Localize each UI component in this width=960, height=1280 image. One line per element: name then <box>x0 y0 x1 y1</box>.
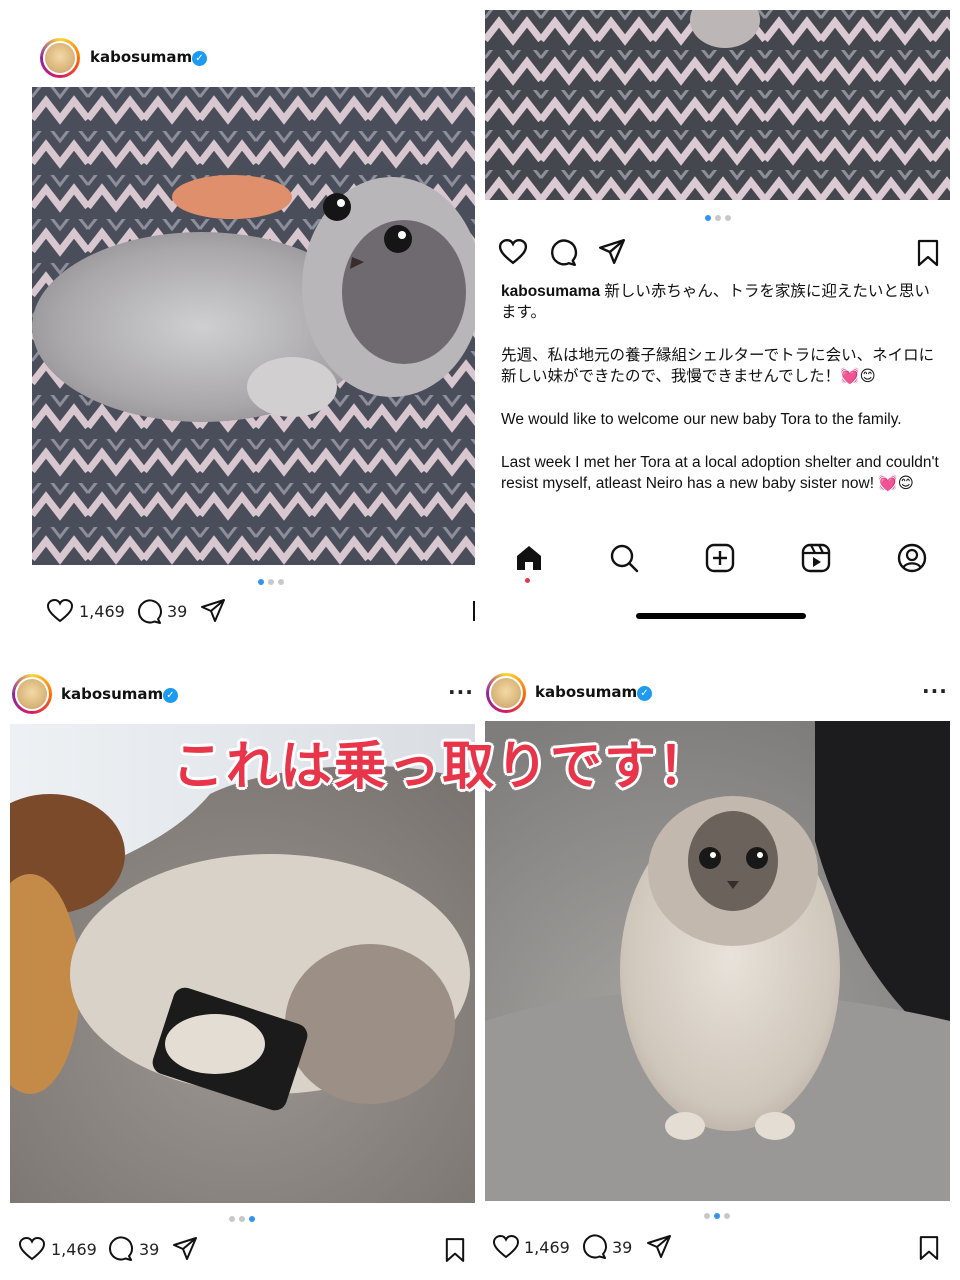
post-photo-blanket[interactable] <box>485 10 950 200</box>
comment-icon[interactable] <box>107 1236 133 1262</box>
comment-count[interactable]: 39 <box>612 1238 632 1257</box>
profile-icon[interactable] <box>897 543 927 573</box>
like-count[interactable]: 1,469 <box>51 1240 97 1259</box>
comment-icon[interactable] <box>549 239 578 267</box>
carousel-dot <box>715 215 721 221</box>
overlay-caption: これは乗っ取りです！ <box>172 737 713 797</box>
heart-icon[interactable] <box>498 238 528 265</box>
heart-icon[interactable] <box>492 1234 520 1259</box>
carousel-dot <box>229 1216 235 1222</box>
home-indicator-bar[interactable] <box>636 613 806 619</box>
carousel-indicator <box>704 1213 730 1219</box>
carousel-indicator <box>705 215 731 221</box>
verified-badge-icon: ✓ <box>192 51 207 66</box>
more-options-icon[interactable]: ··· <box>448 680 474 704</box>
post-caption: kabosumama 新しい赤ちゃん、トラを家族に迎えたいと思います。 先週、私… <box>501 281 941 527</box>
avatar[interactable] <box>12 674 52 714</box>
avatar[interactable] <box>40 38 80 78</box>
more-options-icon[interactable]: ··· <box>922 679 948 703</box>
like-count[interactable]: 1,469 <box>79 602 125 621</box>
carousel-dot <box>725 215 731 221</box>
carousel-dot <box>278 579 284 585</box>
carousel-dot <box>239 1216 245 1222</box>
create-icon[interactable] <box>705 543 735 573</box>
carousel-indicator <box>229 1216 255 1222</box>
username[interactable]: kabosumama <box>535 683 647 701</box>
carousel-dot <box>724 1213 730 1219</box>
share-icon[interactable] <box>172 1236 198 1262</box>
comment-icon[interactable] <box>136 599 162 625</box>
share-icon[interactable] <box>200 598 226 624</box>
divider <box>473 601 475 621</box>
bookmark-icon[interactable] <box>919 1235 939 1261</box>
search-icon[interactable] <box>609 543 639 573</box>
carousel-dot <box>714 1213 720 1219</box>
heart-icon[interactable] <box>46 598 74 623</box>
verified-badge-icon: ✓ <box>163 688 178 703</box>
comment-icon[interactable] <box>581 1234 607 1260</box>
caption-text: 先週、私は地元の養子縁組シェルターでトラに会い、ネイロに新しい妹ができたので、我… <box>501 347 935 385</box>
post-photo-kitten[interactable] <box>32 87 475 565</box>
bookmark-icon[interactable] <box>445 1237 465 1263</box>
avatar[interactable] <box>486 673 526 713</box>
caption-text: Last week I met her Tora at a local adop… <box>501 454 939 492</box>
active-tab-indicator <box>525 578 530 583</box>
verified-badge-icon: ✓ <box>637 686 652 701</box>
username[interactable]: kabosumama <box>61 685 173 703</box>
carousel-dot <box>258 579 264 585</box>
like-count[interactable]: 1,469 <box>524 1238 570 1257</box>
bookmark-icon[interactable] <box>917 239 939 267</box>
carousel-dot <box>705 215 711 221</box>
comment-count[interactable]: 39 <box>139 1240 159 1259</box>
heart-icon[interactable] <box>18 1236 46 1261</box>
home-icon[interactable] <box>514 543 544 573</box>
reels-icon[interactable] <box>801 543 831 573</box>
share-icon[interactable] <box>598 238 626 266</box>
share-icon[interactable] <box>646 1234 672 1260</box>
caption-username[interactable]: kabosumama <box>501 283 600 300</box>
caption-text: We would like to welcome our new baby To… <box>501 411 902 428</box>
carousel-dot <box>268 579 274 585</box>
carousel-indicator <box>258 579 284 585</box>
carousel-dot <box>704 1213 710 1219</box>
comment-count[interactable]: 39 <box>167 602 187 621</box>
carousel-dot <box>249 1216 255 1222</box>
username[interactable]: kabosumama <box>90 48 202 66</box>
